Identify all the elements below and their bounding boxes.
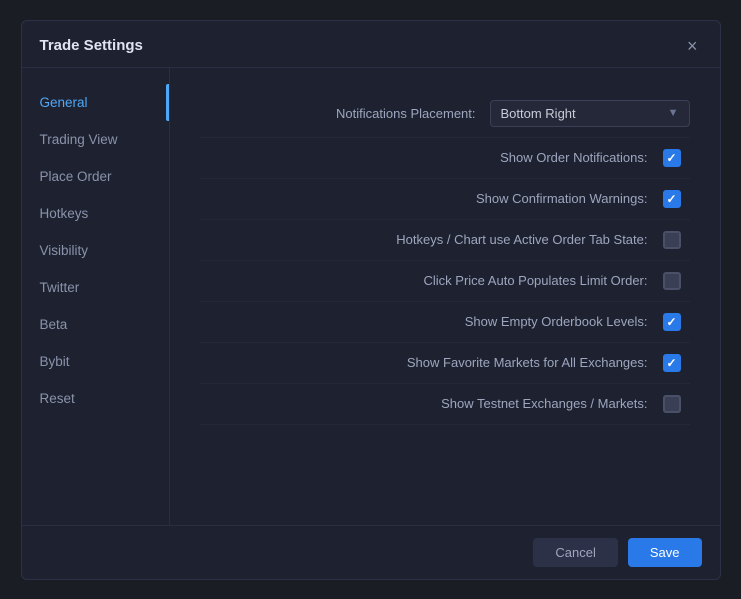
close-button[interactable]: × [683,35,702,57]
click-price-auto-row: Click Price Auto Populates Limit Order: [200,261,690,302]
checkbox-checked-icon [663,354,681,372]
show-order-notifications-row: Show Order Notifications: [200,138,690,179]
sidebar: General Trading View Place Order Hotkeys… [22,68,170,525]
show-order-notifications-label: Show Order Notifications: [500,150,647,165]
trade-settings-dialog: Trade Settings × General Trading View Pl… [21,20,721,580]
show-confirmation-warnings-control [662,189,690,209]
notifications-placement-dropdown[interactable]: Bottom Right ▼ [490,100,690,127]
show-empty-orderbook-label: Show Empty Orderbook Levels: [465,314,648,329]
sidebar-item-reset[interactable]: Reset [22,380,169,417]
show-favorite-markets-row: Show Favorite Markets for All Exchanges: [200,343,690,384]
checkbox-checked-icon [663,149,681,167]
sidebar-item-general[interactable]: General [22,84,169,121]
show-testnet-control [662,394,690,414]
dialog-footer: Cancel Save [22,525,720,579]
show-favorite-markets-control [662,353,690,373]
chevron-down-icon: ▼ [668,107,679,119]
checkbox-unchecked-icon [663,231,681,249]
dropdown-value: Bottom Right [501,106,576,121]
show-empty-orderbook-control [662,312,690,332]
hotkeys-active-order-checkbox[interactable] [662,230,682,250]
show-testnet-checkbox[interactable] [662,394,682,414]
sidebar-item-place-order[interactable]: Place Order [22,158,169,195]
show-confirmation-warnings-row: Show Confirmation Warnings: [200,179,690,220]
show-favorite-markets-checkbox[interactable] [662,353,682,373]
cancel-button[interactable]: Cancel [533,538,617,567]
dialog-body: General Trading View Place Order Hotkeys… [22,68,720,525]
click-price-auto-checkbox[interactable] [662,271,682,291]
sidebar-item-beta[interactable]: Beta [22,306,169,343]
dialog-title: Trade Settings [40,37,143,54]
hotkeys-active-order-row: Hotkeys / Chart use Active Order Tab Sta… [200,220,690,261]
show-empty-orderbook-row: Show Empty Orderbook Levels: [200,302,690,343]
hotkeys-active-order-label: Hotkeys / Chart use Active Order Tab Sta… [396,232,647,247]
click-price-auto-label: Click Price Auto Populates Limit Order: [424,273,648,288]
hotkeys-active-order-control [662,230,690,250]
sidebar-item-trading-view[interactable]: Trading View [22,121,169,158]
sidebar-item-bybit[interactable]: Bybit [22,343,169,380]
checkbox-checked-icon [663,190,681,208]
click-price-auto-control [662,271,690,291]
show-confirmation-warnings-label: Show Confirmation Warnings: [476,191,647,206]
show-favorite-markets-label: Show Favorite Markets for All Exchanges: [407,355,648,370]
sidebar-item-twitter[interactable]: Twitter [22,269,169,306]
notifications-placement-control: Bottom Right ▼ [490,100,690,127]
notifications-placement-row: Notifications Placement: Bottom Right ▼ [200,90,690,138]
settings-panel: Notifications Placement: Bottom Right ▼ … [170,68,720,525]
checkbox-unchecked-icon [663,272,681,290]
notifications-placement-label: Notifications Placement: [336,106,475,121]
show-testnet-label: Show Testnet Exchanges / Markets: [441,396,647,411]
show-order-notifications-checkbox[interactable] [662,148,682,168]
checkbox-unchecked-icon [663,395,681,413]
sidebar-item-visibility[interactable]: Visibility [22,232,169,269]
checkbox-checked-icon [663,313,681,331]
show-confirmation-warnings-checkbox[interactable] [662,189,682,209]
show-empty-orderbook-checkbox[interactable] [662,312,682,332]
show-testnet-row: Show Testnet Exchanges / Markets: [200,384,690,425]
save-button[interactable]: Save [628,538,702,567]
sidebar-item-hotkeys[interactable]: Hotkeys [22,195,169,232]
dialog-header: Trade Settings × [22,21,720,68]
show-order-notifications-control [662,148,690,168]
